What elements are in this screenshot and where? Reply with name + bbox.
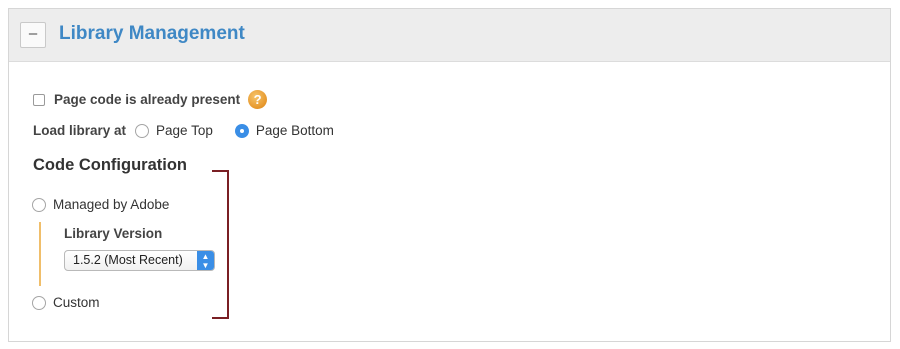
page-code-label: Page code is already present: [54, 92, 241, 107]
custom-row: Custom: [32, 295, 100, 310]
library-version-bar: [39, 222, 41, 286]
page-bottom-label: Page Bottom: [255, 123, 334, 138]
managed-by-adobe-label: Managed by Adobe: [53, 197, 170, 212]
library-version-select[interactable]: 1.5.2 (Most Recent) ▲ ▼: [64, 250, 215, 271]
load-library-label: Load library at: [33, 123, 127, 138]
custom-label: Custom: [53, 295, 100, 310]
code-configuration-bracket: [212, 170, 229, 319]
load-library-row: Load library at Page Top Page Bottom: [33, 123, 334, 138]
chevron-up-down-icon: ▲ ▼: [197, 251, 214, 270]
panel-header: – Library Management: [9, 9, 890, 62]
code-configuration-heading: Code Configuration: [33, 156, 187, 174]
page-code-row: Page code is already present ?: [33, 90, 268, 109]
page-bottom-radio[interactable]: [234, 123, 249, 138]
page-top-radio[interactable]: [135, 123, 150, 138]
custom-radio[interactable]: [32, 295, 46, 310]
collapse-button[interactable]: –: [20, 22, 46, 48]
help-icon[interactable]: ?: [248, 90, 268, 109]
page-code-checkbox[interactable]: [33, 93, 45, 106]
panel-title: Library Management: [59, 23, 245, 44]
managed-by-adobe-radio[interactable]: [32, 197, 46, 212]
library-management-panel: – Library Management Page code is alread…: [8, 8, 891, 342]
managed-by-adobe-row: Managed by Adobe: [32, 197, 169, 212]
page-top-label: Page Top: [156, 123, 213, 138]
library-version-label: Library Version: [64, 226, 163, 241]
library-version-value: 1.5.2 (Most Recent): [73, 253, 183, 267]
